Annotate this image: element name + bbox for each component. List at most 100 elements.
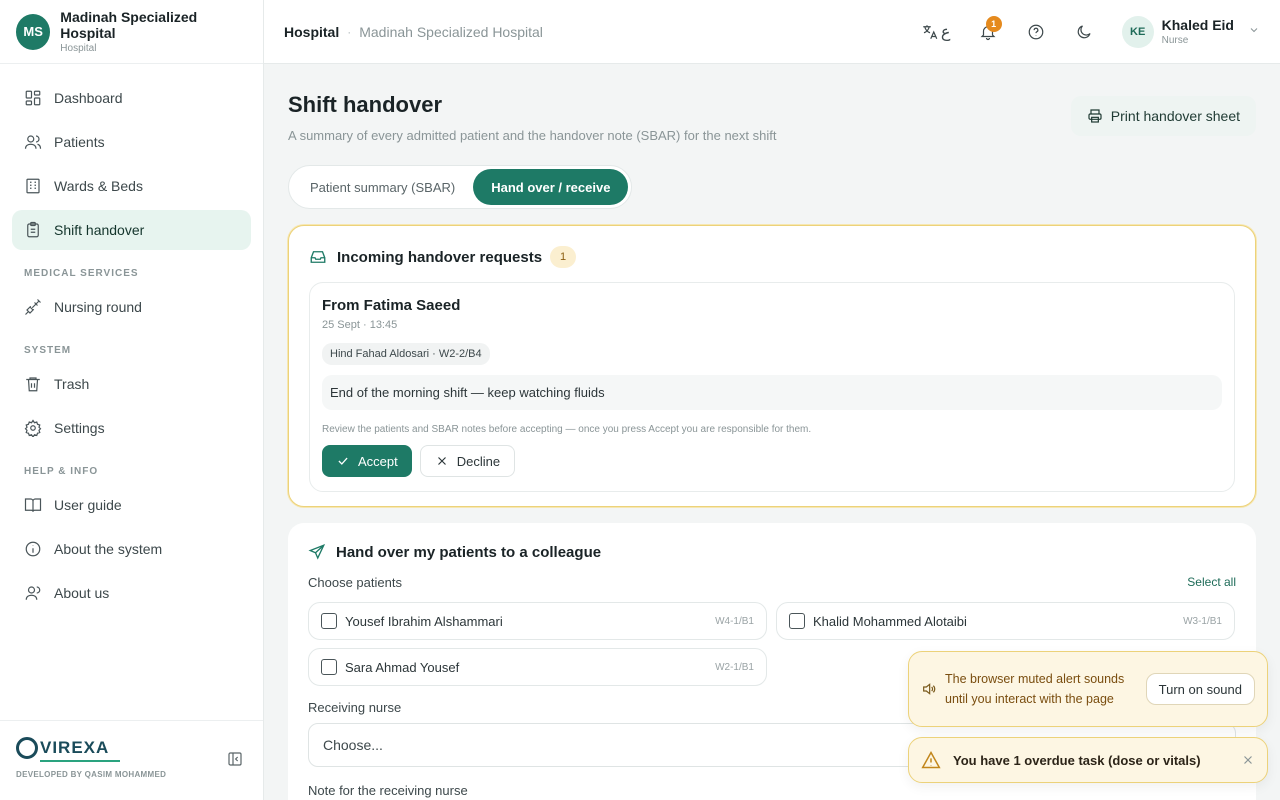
user-icon (24, 584, 42, 602)
select-all-link[interactable]: Select all (1187, 575, 1236, 590)
topbar: Hospital · Madinah Specialized Hospital … (264, 0, 1280, 64)
logo-underline (40, 760, 120, 762)
patient-checkbox[interactable] (321, 613, 337, 629)
sidebar-collapse-icon[interactable] (227, 751, 243, 767)
sidebar-item-trash[interactable]: Trash (12, 364, 251, 404)
incoming-requests-card: Incoming handover requests 1 From Fatima… (288, 225, 1256, 507)
sound-muted-text: The browser muted alert sounds until you… (945, 672, 1125, 706)
handover-request: From Fatima Saeed 25 Sept · 13:45 Hind F… (309, 282, 1235, 492)
print-handover-button[interactable]: Print handover sheet (1070, 96, 1256, 136)
request-patient-chip: Hind Fahad Aldosari · W2-2/B4 (322, 343, 490, 365)
sidebar-item-dashboard[interactable]: Dashboard (12, 78, 251, 118)
notification-count-badge: 1 (985, 15, 1002, 32)
sidebar-item-label: Settings (54, 420, 105, 436)
dashboard-icon (24, 89, 42, 107)
clipboard-icon (24, 221, 42, 239)
building-icon (24, 177, 42, 195)
accept-label: Accept (358, 453, 398, 469)
logo-q-icon (16, 737, 38, 759)
incoming-requests-header: Incoming handover requests 1 (309, 246, 1235, 268)
logo-text: VIREXA (40, 738, 110, 757)
sidebar-nav: Dashboard Patients Wards & Beds Shift ha… (0, 64, 263, 631)
virexa-logo: VIREXA (16, 737, 247, 759)
request-sender: From Fatima Saeed (322, 297, 461, 314)
sidebar-item-label: Shift handover (54, 222, 145, 238)
user-avatar: KE (1121, 15, 1154, 48)
turn-on-sound-button[interactable]: Turn on sound (1145, 673, 1255, 705)
brand[interactable]: MS Madinah Specialized Hospital Hospital (0, 0, 263, 64)
tab-patient-summary[interactable]: Patient summary (SBAR) (292, 169, 473, 205)
patient-option[interactable]: Yousef Ibrahim Alshammari W4-1/B1 (308, 602, 767, 640)
user-role: Nurse (1161, 35, 1189, 46)
sidebar-item-user-guide[interactable]: User guide (12, 485, 251, 525)
breadcrumb-root[interactable]: Hospital (284, 24, 339, 40)
handover-title: Hand over my patients to a colleague (336, 543, 602, 561)
tab-hand-over-receive[interactable]: Hand over / receive (473, 169, 629, 205)
choose-patients-row: Choose patients Select all (308, 575, 1236, 590)
sidebar-item-wards-beds[interactable]: Wards & Beds (12, 166, 251, 206)
syringe-icon (24, 298, 42, 316)
sidebar: MS Madinah Specialized Hospital Hospital… (0, 0, 264, 800)
nav-section-help: HELP & INFO (24, 466, 99, 477)
patient-ward: W4-1/B1 (715, 615, 754, 627)
moon-icon (1075, 23, 1093, 41)
gear-icon (24, 419, 42, 437)
handover-header: Hand over my patients to a colleague (308, 543, 1236, 561)
patient-option[interactable]: Sara Ahmad Yousef W2-1/B1 (308, 648, 767, 686)
sidebar-item-label: About the system (54, 541, 163, 557)
patient-ward: W3-1/B1 (1183, 615, 1222, 627)
sidebar-item-label: Patients (54, 134, 105, 150)
close-icon[interactable] (1241, 753, 1255, 767)
accept-button[interactable]: Accept (322, 445, 412, 477)
sidebar-item-about-us[interactable]: About us (12, 573, 251, 613)
sidebar-item-label: User guide (54, 497, 122, 513)
print-button-label: Print handover sheet (1110, 108, 1240, 124)
trash-icon (24, 375, 42, 393)
user-menu[interactable]: KE Khaled Eid Nurse (1121, 15, 1260, 48)
check-icon (336, 454, 350, 468)
decline-button[interactable]: Decline (419, 445, 516, 477)
language-button[interactable]: ع (912, 12, 960, 52)
patient-option[interactable]: Khalid Mohammed Alotaibi W3-1/B1 (776, 602, 1235, 640)
request-hint: Review the patients and SBAR notes befor… (322, 424, 812, 435)
receiving-nurse-value: Choose... (323, 737, 383, 753)
choose-patients-label: Choose patients (308, 575, 402, 590)
theme-toggle-button[interactable] (1064, 12, 1104, 52)
nav-section-system: SYSTEM (24, 345, 72, 356)
sidebar-item-shift-handover[interactable]: Shift handover (12, 210, 251, 250)
sidebar-item-patients[interactable]: Patients (12, 122, 251, 162)
request-note: End of the morning shift — keep watching… (322, 375, 1222, 410)
sidebar-item-label: Trash (54, 376, 90, 392)
sidebar-item-nursing-round[interactable]: Nursing round (12, 287, 251, 327)
sidebar-item-label: Dashboard (54, 90, 123, 106)
patient-checkbox[interactable] (321, 659, 337, 675)
patient-checkbox[interactable] (789, 613, 805, 629)
sidebar-item-label: About us (54, 585, 110, 601)
notifications-button[interactable]: 1 (968, 12, 1008, 52)
warning-icon (921, 750, 941, 770)
patient-name: Khalid Mohammed Alotaibi (813, 613, 967, 629)
view-tabs: Patient summary (SBAR) Hand over / recei… (288, 165, 633, 209)
info-icon (24, 540, 42, 558)
breadcrumb-current: Madinah Specialized Hospital (359, 23, 543, 40)
sidebar-item-label: Wards & Beds (54, 178, 143, 194)
sidebar-footer: VIREXA DEVELOPED BY QASIM MOHAMMED (0, 720, 263, 800)
close-icon (435, 454, 449, 468)
sidebar-item-label: Nursing round (54, 299, 142, 315)
users-icon (24, 133, 42, 151)
inbox-icon (309, 248, 327, 266)
sidebar-item-about-system[interactable]: About the system (12, 529, 251, 569)
hospital-name: Madinah Specialized Hospital (60, 9, 198, 41)
patient-name: Sara Ahmad Yousef (345, 659, 460, 675)
translate-icon (921, 23, 939, 41)
help-button[interactable] (1016, 12, 1056, 52)
incoming-count-badge: 1 (550, 246, 577, 268)
nav-section-medical: MEDICAL SERVICES (24, 268, 139, 279)
sidebar-item-settings[interactable]: Settings (12, 408, 251, 448)
send-icon (308, 543, 326, 561)
decline-label: Decline (456, 453, 501, 469)
patient-ward: W2-1/B1 (715, 661, 754, 673)
topbar-actions: ع 1 KE Khaled Eid Nurse (904, 12, 1260, 52)
overdue-task-text: You have 1 overdue task (dose or vitals) (953, 752, 1201, 768)
printer-icon (1087, 108, 1103, 124)
